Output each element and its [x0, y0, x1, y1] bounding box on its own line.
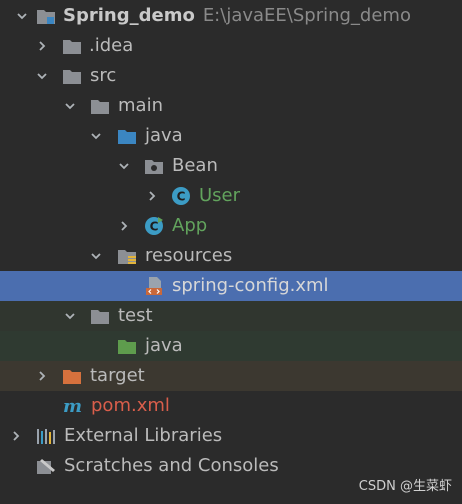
project-folder-icon [36, 6, 56, 26]
chevron-down-icon[interactable] [116, 158, 132, 174]
xml-file-icon [144, 276, 164, 296]
tree-row-user[interactable]: C User [0, 181, 462, 211]
tree-row-pom[interactable]: m pom.xml [0, 391, 462, 421]
tree-row-test[interactable]: test [0, 301, 462, 331]
tree-row-external-libraries[interactable]: External Libraries [0, 421, 462, 451]
chevron-right-icon[interactable] [144, 188, 160, 204]
chevron-down-icon[interactable] [88, 248, 104, 264]
svg-text:C: C [177, 190, 186, 204]
tree-row-main[interactable]: main [0, 91, 462, 121]
folder-icon [62, 66, 82, 86]
tree-row-project[interactable]: Spring_demo E:\javaEE\Spring_demo [0, 1, 462, 31]
test-source-folder-icon [117, 336, 137, 356]
chevron-right-icon[interactable] [34, 368, 50, 384]
watermark: CSDN @生菜虾 [358, 479, 452, 494]
folder-icon [90, 306, 110, 326]
svg-text:m: m [63, 396, 82, 416]
project-name: Spring_demo [63, 5, 195, 26]
scratches-icon [36, 456, 56, 476]
folder-icon [90, 96, 110, 116]
app-label: App [172, 215, 208, 236]
project-path: E:\javaEE\Spring_demo [202, 5, 411, 26]
svg-text:C: C [150, 220, 159, 234]
chevron-down-icon[interactable] [88, 128, 104, 144]
resources-label: resources [145, 245, 233, 266]
maven-icon: m [62, 396, 82, 417]
target-label: target [90, 365, 145, 386]
package-icon [144, 156, 164, 176]
main-label: main [118, 95, 163, 116]
folder-icon [62, 36, 82, 56]
tree-row-test-java[interactable]: java [0, 331, 462, 361]
pom-label: pom.xml [91, 395, 170, 416]
resources-folder-icon [117, 246, 137, 266]
tree-row-bean[interactable]: Bean [0, 151, 462, 181]
chevron-right-icon[interactable] [116, 218, 132, 234]
excluded-folder-icon [62, 366, 82, 386]
chevron-down-icon[interactable] [34, 68, 50, 84]
chevron-right-icon[interactable] [34, 38, 50, 54]
chevron-down-icon[interactable] [62, 308, 78, 324]
java-label: java [145, 125, 183, 146]
tree-row-spring-config[interactable]: spring-config.xml [0, 271, 462, 301]
tree-row-target[interactable]: target [0, 361, 462, 391]
idea-label: .idea [89, 35, 134, 56]
libraries-icon [36, 426, 56, 446]
tree-row-src[interactable]: src [0, 61, 462, 91]
test-java-label: java [145, 335, 183, 356]
bean-label: Bean [172, 155, 218, 176]
tree-row-idea[interactable]: .idea [0, 31, 462, 61]
tree-row-java[interactable]: java [0, 121, 462, 151]
external-libraries-label: External Libraries [64, 425, 223, 446]
tree-row-app[interactable]: C App [0, 211, 462, 241]
tree-row-resources[interactable]: resources [0, 241, 462, 271]
project-name-label: Spring_demo E:\javaEE\Spring_demo [63, 4, 411, 28]
project-tree: Spring_demo E:\javaEE\Spring_demo .idea s… [0, 0, 462, 504]
user-label: User [199, 185, 241, 206]
src-label: src [90, 65, 117, 86]
test-label: test [118, 305, 153, 326]
spring-config-label: spring-config.xml [172, 275, 329, 296]
chevron-down-icon[interactable] [62, 98, 78, 114]
scratches-label: Scratches and Consoles [64, 455, 279, 476]
source-folder-icon [117, 126, 137, 146]
chevron-right-icon[interactable] [8, 428, 24, 444]
chevron-down-icon[interactable] [14, 8, 30, 24]
class-icon: C [171, 186, 191, 206]
runnable-class-icon: C [144, 216, 164, 236]
